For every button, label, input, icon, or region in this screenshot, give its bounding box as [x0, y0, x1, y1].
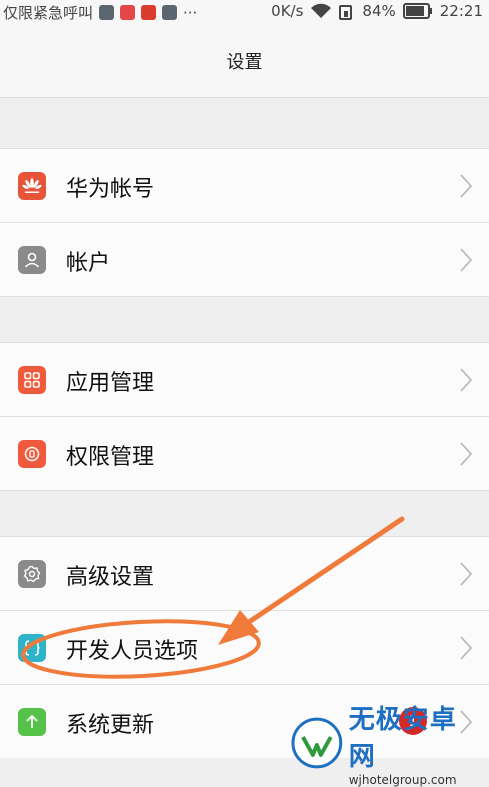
- section-gap: [0, 490, 489, 536]
- notification-image-icon: [99, 5, 115, 20]
- settings-item-app-management[interactable]: 应用管理: [0, 342, 489, 416]
- title-bar: 设置: [0, 24, 489, 98]
- update-arrow-icon: [18, 708, 46, 736]
- status-right: 0K/s 84% 22:21: [271, 2, 483, 20]
- watermark-logo-icon: [291, 717, 343, 769]
- settings-item-label: 华为帐号: [66, 177, 155, 202]
- braces-icon: [18, 634, 46, 662]
- section-gap: [0, 296, 489, 342]
- status-bar: 仅限紧急呼叫 ··· 0K/s 84% 22:21: [0, 0, 489, 24]
- notification-app-icon: [120, 5, 136, 20]
- network-speed: 0K/s: [271, 2, 304, 20]
- chevron-right-icon: [460, 636, 473, 660]
- settings-item-advanced-settings[interactable]: 高级设置: [0, 536, 489, 610]
- settings-item-label: 帐户: [66, 251, 111, 276]
- battery-icon: [402, 3, 432, 19]
- wifi-icon: [311, 3, 332, 18]
- person-icon: [18, 246, 46, 274]
- settings-item-developer-options[interactable]: 开发人员选项: [0, 610, 489, 684]
- section-gap: [0, 98, 489, 148]
- carrier-text: 仅限紧急呼叫: [3, 4, 94, 22]
- huawei-logo-icon: [18, 172, 46, 200]
- sim-signal-icon: [339, 4, 353, 20]
- gear-icon: [18, 560, 46, 588]
- watermark-title: 无极安卓网: [348, 705, 457, 772]
- chevron-right-icon: [460, 442, 473, 466]
- more-notifications: ···: [183, 3, 198, 22]
- settings-item-huawei-account[interactable]: 华为帐号: [0, 148, 489, 222]
- notification-video-icon: [141, 5, 157, 20]
- settings-item-label: 系统更新: [66, 713, 155, 738]
- lock-shield-icon: [18, 440, 46, 468]
- clock: 22:21: [439, 2, 483, 20]
- chevron-right-icon: [460, 248, 473, 272]
- watermark: 无极安卓网 wjhotelgroup.com: [291, 705, 483, 787]
- watermark-url: wjhotelgroup.com: [348, 773, 457, 787]
- battery-percent: 84%: [362, 2, 396, 20]
- chevron-right-icon: [460, 368, 473, 392]
- notification-sim-icon: [162, 5, 178, 20]
- settings-item-accounts[interactable]: 帐户: [0, 222, 489, 297]
- grid-apps-icon: [18, 366, 46, 394]
- page-title: 设置: [226, 51, 263, 73]
- chevron-right-icon: [460, 562, 473, 586]
- settings-item-label: 开发人员选项: [66, 639, 199, 664]
- chevron-right-icon: [460, 174, 473, 198]
- settings-item-label: 权限管理: [66, 445, 155, 470]
- settings-item-label: 应用管理: [66, 371, 155, 396]
- status-left: 仅限紧急呼叫 ···: [3, 2, 197, 23]
- settings-item-label: 高级设置: [66, 565, 155, 590]
- settings-item-permission-management[interactable]: 权限管理: [0, 416, 489, 491]
